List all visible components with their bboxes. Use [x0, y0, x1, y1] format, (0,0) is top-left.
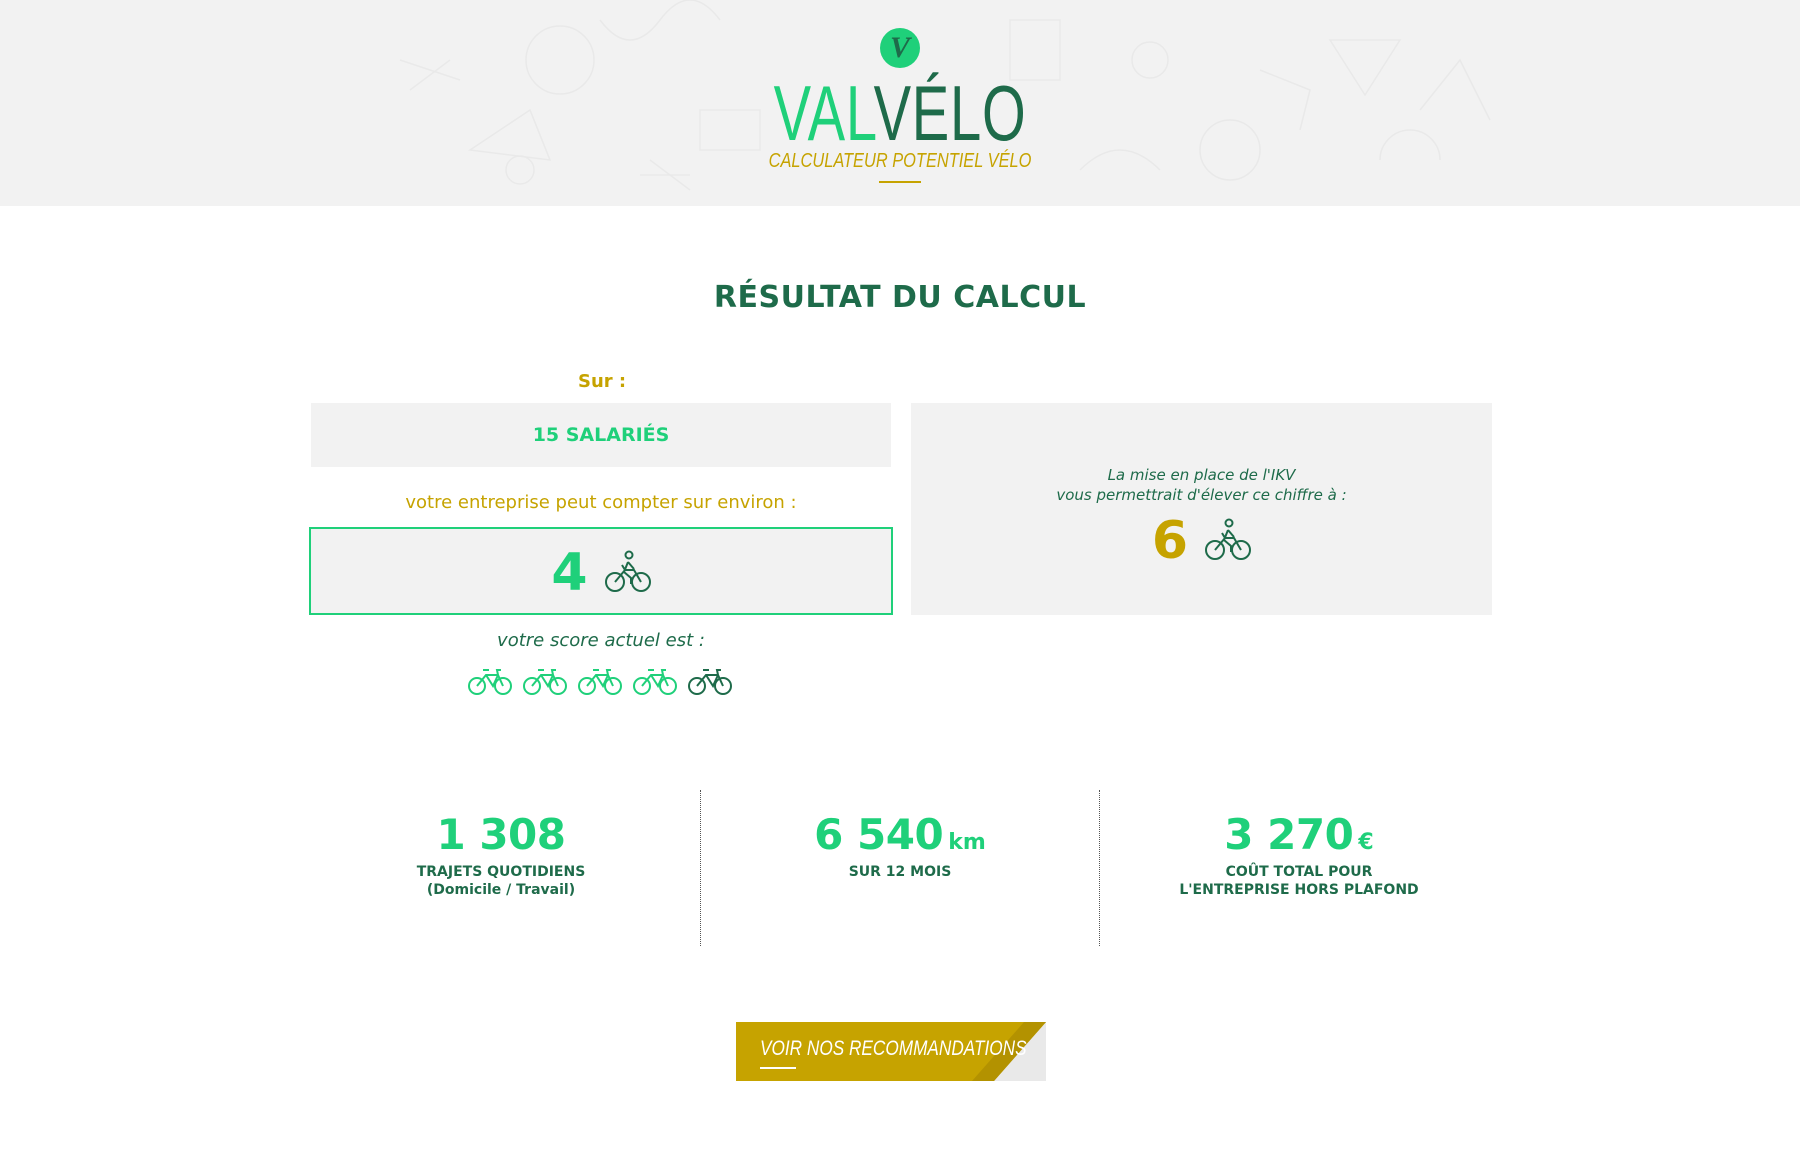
valvelo-logo[interactable]: V VALVÉLO CALCULATEUR POTENTIEL VÉLO	[0, 28, 1800, 183]
recommendations-button[interactable]: VOIR NOS RECOMMANDATIONS	[736, 1022, 1046, 1081]
score-rating	[468, 666, 743, 700]
score-label: votre score actuel est :	[497, 630, 705, 651]
stat-value: 6 540	[814, 810, 944, 859]
bike-icon	[468, 666, 512, 700]
ikv-box: La mise en place de l'IKV vous permettra…	[911, 403, 1492, 615]
stat-value: 1 308	[436, 810, 566, 859]
recommendations-button-label: VOIR NOS RECOMMANDATIONS	[760, 1037, 1027, 1060]
stat-unit: km	[948, 830, 986, 855]
recommendations-button-underline	[760, 1067, 796, 1069]
stat-value: 3 270	[1224, 810, 1354, 859]
stat-cost: 3 270 € COÛT TOTAL POUR L'ENTREPRISE HOR…	[1101, 810, 1497, 899]
logo-subtitle: CALCULATEUR POTENTIEL VÉLO	[768, 150, 1032, 172]
logo-val: VAL	[773, 69, 874, 157]
stat-divider	[1099, 790, 1100, 946]
header-banner: V VALVÉLO CALCULATEUR POTENTIEL VÉLO	[0, 0, 1800, 206]
cyclists-count-box: 4	[309, 527, 893, 615]
employees-box: 15 SALARIÉS	[311, 403, 891, 467]
stat-unit: €	[1358, 830, 1374, 855]
sur-label: Sur :	[578, 371, 627, 392]
logo-divider	[879, 181, 921, 183]
logo-badge-icon: V	[880, 28, 920, 68]
page-title: RÉSULTAT DU CALCUL	[713, 280, 1087, 315]
stat-distance: 6 540 km SUR 12 MOIS	[702, 810, 1098, 881]
bike-icon	[633, 666, 677, 700]
cyclists-count: 4	[551, 543, 588, 603]
employees-count: 15 SALARIÉS	[532, 424, 670, 446]
bike-icon	[523, 666, 567, 700]
ikv-text-line1: La mise en place de l'IKV	[1107, 466, 1296, 484]
stat-label-line2: L'ENTREPRISE HORS PLAFOND	[1179, 882, 1419, 898]
cyclist-icon	[604, 549, 651, 597]
logo-wordmark: VALVÉLO	[252, 74, 1548, 152]
bike-icon	[688, 666, 732, 700]
stat-label-line1: SUR 12 MOIS	[848, 864, 952, 880]
stat-label-line1: TRAJETS QUOTIDIENS	[416, 864, 586, 880]
compter-label: votre entreprise peut compter sur enviro…	[405, 492, 797, 513]
ikv-text-line2: vous permettrait d'élever ce chiffre à :	[1056, 486, 1347, 504]
cyclist-icon	[1205, 517, 1252, 565]
logo-velo: VÉLO	[873, 69, 1027, 157]
stat-label-line2: (Domicile / Travail)	[426, 882, 576, 898]
stat-label-line1: COÛT TOTAL POUR	[1225, 864, 1373, 880]
bike-icon	[578, 666, 622, 700]
ikv-count: 6	[1151, 511, 1189, 571]
stat-divider	[700, 790, 701, 946]
stat-trips: 1 308 TRAJETS QUOTIDIENS (Domicile / Tra…	[303, 810, 699, 899]
